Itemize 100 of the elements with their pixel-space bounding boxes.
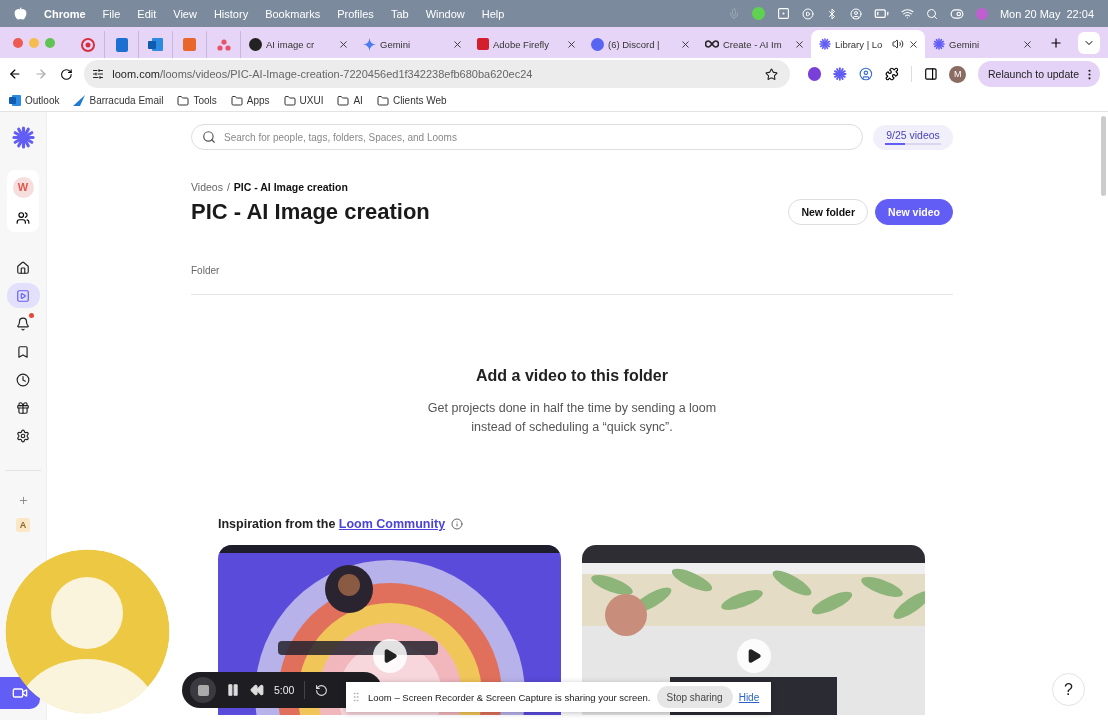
restart-icon[interactable] (315, 683, 329, 697)
new-folder-button[interactable]: New folder (788, 199, 869, 225)
mail-icon (148, 38, 163, 51)
add-icon[interactable] (17, 495, 29, 506)
star-icon[interactable] (764, 67, 778, 81)
home-icon (16, 260, 30, 275)
close-tab-icon[interactable] (794, 38, 805, 50)
folder-icon (337, 94, 350, 107)
apple-icon[interactable] (14, 7, 27, 20)
new-video-button[interactable]: New video (875, 199, 953, 225)
close-tab-icon[interactable] (338, 38, 349, 50)
scrollbar[interactable] (1100, 116, 1106, 196)
relaunch-button[interactable]: Relaunch to update (977, 61, 1101, 87)
circle-icon (591, 37, 604, 51)
bookmark[interactable]: Tools (177, 94, 217, 107)
asterisk-icon (933, 38, 945, 50)
close-tab-icon[interactable] (908, 38, 919, 50)
battery-icon[interactable] (873, 6, 889, 21)
browser-tab[interactable]: Create - AI Im (697, 30, 811, 58)
browser-tab[interactable]: Gemini (925, 30, 1039, 58)
search-icon (202, 130, 216, 144)
members-icon[interactable] (16, 211, 30, 226)
wifi-icon[interactable] (900, 7, 914, 20)
folder-icon (177, 94, 190, 107)
reload-icon[interactable] (59, 67, 73, 81)
close-tab-icon[interactable] (452, 38, 463, 50)
help-button[interactable]: ? (1052, 673, 1085, 706)
pause-icon[interactable] (226, 683, 240, 697)
box-icon[interactable] (776, 7, 790, 20)
bookmark[interactable]: AI (337, 94, 363, 107)
url-host: loom.com (112, 68, 160, 80)
hide-link[interactable]: Hide (738, 691, 760, 703)
community-link[interactable]: Loom Community (338, 517, 446, 531)
bookmark[interactable]: UXUI (283, 94, 324, 107)
back-icon[interactable] (8, 67, 22, 81)
extension-icon[interactable] (859, 67, 873, 81)
usage-meter: 9/25 videos (873, 124, 953, 150)
infinity-icon (705, 39, 719, 49)
play-circle-icon[interactable] (801, 7, 814, 20)
tile-icon (477, 38, 489, 50)
breadcrumb-separator: / (226, 181, 230, 193)
new-tab-icon[interactable] (1049, 35, 1063, 50)
loom-logo (11, 126, 35, 149)
extension-icon[interactable] (807, 67, 822, 81)
site-info-icon[interactable] (92, 68, 105, 80)
sharing-message: Loom – Screen Recorder & Screen Capture is sharing your screen. (368, 691, 651, 703)
side-panel-icon[interactable] (923, 67, 938, 81)
stop-button[interactable] (190, 677, 216, 703)
empty-state-title: Add a video to this folder (476, 367, 668, 385)
search-icon[interactable] (925, 7, 938, 20)
browser-tab[interactable]: (6) Discord | (583, 30, 697, 58)
settings-icon (16, 428, 30, 443)
video-camera-icon (12, 685, 28, 701)
browser-tab[interactable]: AI image cr (241, 30, 355, 58)
recording-timer: 5:00 (274, 684, 295, 696)
control-center-icon[interactable] (949, 6, 964, 21)
tab-search-button[interactable] (1078, 31, 1100, 54)
section-label: Folder (191, 265, 221, 276)
menu-bar-date: Mon 20 May (999, 7, 1061, 20)
browser-tab[interactable]: Gemini (355, 30, 469, 58)
asterisk-icon (819, 38, 831, 50)
target-icon (80, 37, 95, 52)
address-field[interactable]: loom.com/looms/videos/PIC-AI-Image-creation-7220456ed1f342238efb680ba620ec24 (84, 60, 790, 88)
bookmark[interactable]: Outlook (9, 95, 60, 106)
dots-icon (216, 38, 231, 51)
breadcrumb-link[interactable]: Videos (191, 181, 223, 193)
page-title: PIC - AI Image creation (191, 199, 430, 225)
menu-bar-time: 22:04 (1066, 7, 1094, 20)
tile-icon (183, 38, 196, 51)
browser-tab[interactable]: Adobe Firefly (469, 30, 583, 58)
clock-icon (16, 372, 30, 387)
video-library-icon (16, 288, 30, 303)
folder-icon (283, 94, 296, 107)
empty-state-text: Get projects done in half the time by sending a loom instead of scheduling a “quick sync”. (426, 400, 718, 436)
bell-icon (16, 316, 30, 331)
extensions-icon[interactable] (884, 67, 899, 81)
rewind-icon[interactable] (250, 683, 264, 697)
profile-avatar[interactable]: M (949, 65, 966, 83)
close-tab-icon[interactable] (566, 38, 577, 50)
close-tab-icon[interactable] (1022, 38, 1033, 50)
status-dot-icon[interactable] (751, 7, 765, 20)
bookmark-icon (16, 344, 30, 359)
close-tab-icon[interactable] (680, 38, 691, 50)
stop-sharing-button[interactable]: Stop sharing (656, 686, 733, 708)
breadcrumb-current: PIC - AI Image creation (233, 181, 348, 193)
tile-icon (115, 37, 128, 52)
url-path: /looms/videos/PIC-AI-Image-creation-7220456ed1f342238efb680ba620ec24 (159, 68, 533, 80)
bookmark[interactable]: Apps (230, 94, 270, 107)
info-icon[interactable] (451, 518, 464, 530)
extension-icon (833, 67, 848, 81)
workspace-avatar[interactable]: A (16, 518, 30, 532)
stop-icon (197, 684, 209, 696)
fin-icon (73, 95, 86, 106)
grip-icon (350, 691, 362, 703)
bookmark[interactable]: Clients Web (376, 94, 447, 107)
sparkle-icon (363, 37, 376, 51)
bookmark[interactable]: Barracuda Email (73, 95, 164, 106)
folder-icon (376, 94, 389, 107)
user-circle-icon[interactable] (849, 7, 862, 20)
browser-tab[interactable]: Library | Lo (811, 30, 925, 58)
